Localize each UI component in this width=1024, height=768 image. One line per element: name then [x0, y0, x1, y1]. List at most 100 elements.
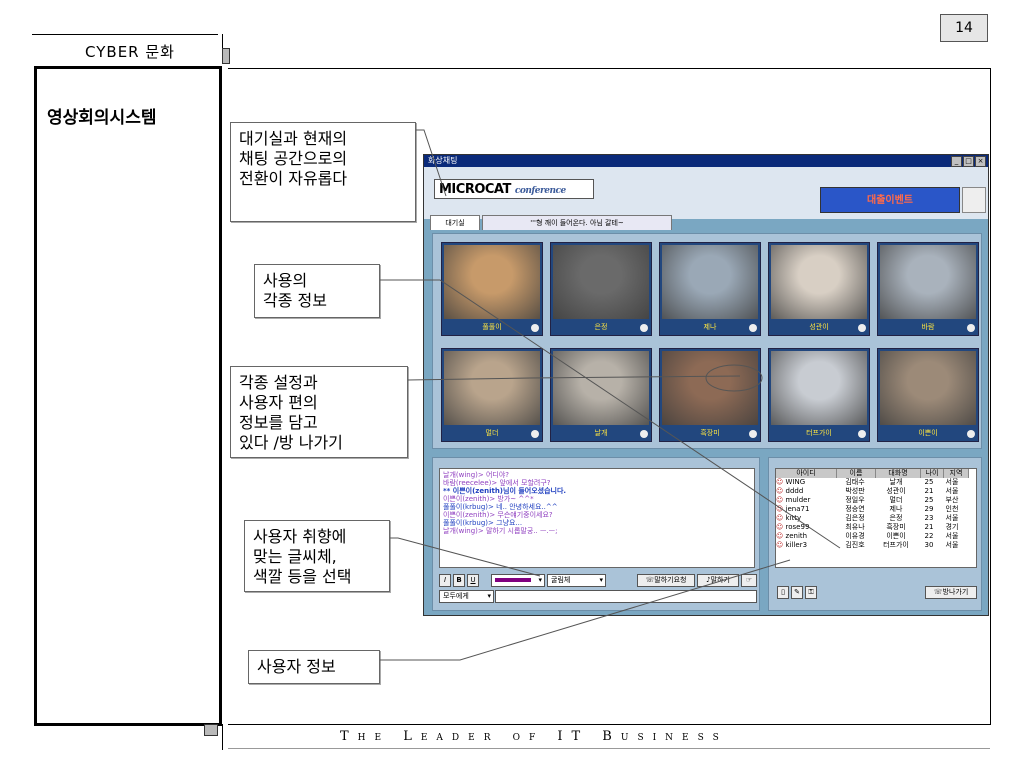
user-table[interactable]: 아이디 이름 대화명 나이 지역 ☺ WING 김태수 날개 25 서울 ☺ dddd 박성판 성관이 2…	[775, 468, 977, 568]
maximize-icon[interactable]: □	[963, 156, 974, 167]
table-cell: 서울	[945, 487, 959, 495]
column-header[interactable]: 대화명	[876, 469, 921, 478]
video-cell[interactable]: 제나	[659, 242, 761, 336]
side-title: 영상회의시스템	[47, 108, 157, 128]
callout-line: 각종 설정과	[239, 373, 318, 392]
video-cell[interactable]: 이쁜이	[877, 348, 979, 442]
table-cell: 25	[924, 478, 934, 486]
callout-line: 정보를 담고	[239, 413, 318, 432]
request-speak-button[interactable]: ☏말하기요청	[637, 574, 695, 587]
callout-line: 사용자 취향에	[253, 527, 347, 546]
table-cell: 이유경	[845, 532, 865, 540]
chat-log[interactable]: 날개(wing)> 어디야? 바람(reecelee)> 앞에서 모할려구? ** …	[439, 468, 755, 568]
color-select[interactable]: ▾	[491, 574, 545, 587]
table-cell: 김진호	[845, 541, 865, 549]
video-cell[interactable]: 흑장미	[659, 348, 761, 442]
user-panel: 아이디 이름 대화명 나이 지역 ☺ WING 김태수 날개 25 서울 ☺ dddd 박성판 성관이 2…	[768, 457, 982, 611]
table-cell: 서울	[945, 478, 959, 486]
dropdown-icon[interactable]	[531, 324, 539, 332]
column-header[interactable]: 나이	[921, 469, 944, 478]
lock-icon[interactable]: ⚿	[805, 586, 817, 599]
dropdown-icon[interactable]	[640, 430, 648, 438]
table-cell: 김태수	[845, 478, 865, 486]
chat-input[interactable]	[495, 590, 757, 603]
exit-icon: ☏	[933, 588, 943, 596]
dropdown-icon[interactable]	[858, 324, 866, 332]
table-row[interactable]: ☺ zenith 이유경 이쁜이 22 서울	[776, 532, 976, 541]
video-cell[interactable]: 성관이	[768, 242, 870, 336]
footer-text: The Leader of IT Business	[340, 729, 728, 744]
callout-line: 전환이 자유롭다	[239, 169, 348, 188]
user-id: rose99	[785, 523, 810, 531]
exit-room-button[interactable]: ☏방나가기	[925, 586, 977, 599]
table-row[interactable]: ☺ dddd 박성판 성관이 21 서울	[776, 487, 976, 496]
user-icon: ☺	[776, 505, 786, 513]
table-row[interactable]: ☺ killer3 김진호 터프가이 30 서울	[776, 541, 976, 550]
table-cell: ☺ zenith	[776, 532, 836, 541]
column-header[interactable]: 이름	[837, 469, 876, 478]
video-user-name: 은정	[594, 323, 608, 331]
font-select[interactable]: 굴림체 ▾	[547, 574, 606, 587]
video-cell[interactable]: 날개	[550, 348, 652, 442]
speak-button[interactable]: ♪말하기	[697, 574, 739, 587]
video-cell[interactable]: 터프가이	[768, 348, 870, 442]
column-header[interactable]: 지역	[944, 469, 969, 478]
table-cell: 서울	[945, 514, 959, 522]
table-row[interactable]: ☺ kitty 김은정 은정 23 서울	[776, 514, 976, 523]
dropdown-icon[interactable]	[967, 324, 975, 332]
table-row[interactable]: ☺ mulder 정일우 멀더 25 부산	[776, 496, 976, 505]
callout-user-info-various: 사용의 각종 정보	[254, 264, 380, 318]
dropdown-icon[interactable]	[858, 430, 866, 438]
column-header[interactable]: 아이디	[776, 469, 837, 478]
callout-line: 사용자 정보	[257, 657, 336, 676]
table-row[interactable]: ☺ jena71 정승연 제나 29 인천	[776, 505, 976, 514]
callout-room-switch: 대기실과 현재의 채팅 공간으로의 전환이 자유롭다	[230, 122, 416, 222]
video-feed	[771, 245, 867, 319]
chat-line: 날개(wing)> 말하기 시롭말궁.. ㅡ.ㅡ;	[443, 527, 558, 535]
close-icon[interactable]: ×	[975, 156, 986, 167]
underline-button[interactable]: U	[467, 574, 479, 587]
target-select[interactable]: 모두에게 ▾	[439, 590, 494, 603]
dropdown-icon[interactable]	[640, 324, 648, 332]
tools-icon[interactable]: ✎	[791, 586, 803, 599]
header-rule	[228, 68, 990, 69]
table-cell: 25	[924, 496, 934, 504]
table-cell: 성관이	[886, 487, 906, 495]
callout-line: 있다 /방 나가기	[239, 433, 343, 452]
target-select-value: 모두에게	[443, 592, 469, 600]
dropdown-icon[interactable]	[967, 430, 975, 438]
callout-line: 맞는 글씨체,	[253, 547, 337, 566]
table-row[interactable]: ☺ rose99 최유나 흑장미 21 경기	[776, 523, 976, 532]
user-icon: ☺	[776, 478, 786, 486]
video-cell[interactable]: 풀풀이	[441, 242, 543, 336]
video-cell[interactable]: 은정	[550, 242, 652, 336]
user-id: jena71	[785, 505, 810, 513]
tab-waiting-room[interactable]: 대기실	[430, 215, 480, 230]
page-number: 14	[940, 14, 988, 42]
table-cell: ☺ killer3	[776, 541, 836, 550]
minimize-icon[interactable]: _	[951, 156, 962, 167]
italic-button[interactable]: I	[439, 574, 451, 587]
ad-banner[interactable]: 대출이벤트	[820, 187, 960, 213]
user-icon: ☺	[776, 487, 786, 495]
table-cell: 23	[924, 514, 934, 522]
table-cell: 터프가이	[883, 541, 909, 549]
callout-line: 채팅 공간으로의	[239, 149, 348, 168]
dropdown-icon[interactable]	[749, 430, 757, 438]
video-cell[interactable]: 바람	[877, 242, 979, 336]
callout-line: 대기실과 현재의	[239, 129, 348, 148]
video-user-name: 풀풀이	[482, 323, 502, 331]
table-row[interactable]: ☺ WING 김태수 날개 25 서울	[776, 478, 976, 487]
dropdown-icon[interactable]	[749, 324, 757, 332]
video-cell[interactable]: 멀더	[441, 348, 543, 442]
video-feed	[880, 245, 976, 319]
table-cell: 날개	[889, 478, 903, 486]
dropdown-icon[interactable]	[531, 430, 539, 438]
table-cell: ☺ kitty	[776, 514, 836, 523]
hand-icon[interactable]: ☞	[741, 574, 757, 587]
video-feed	[553, 245, 649, 319]
tab-chat-room[interactable]: '''형 깨이 들어온다. 아님 갈테~	[482, 215, 672, 230]
document-icon[interactable]: ▯	[777, 586, 789, 599]
bold-button[interactable]: B	[453, 574, 465, 587]
video-feed	[662, 351, 758, 425]
